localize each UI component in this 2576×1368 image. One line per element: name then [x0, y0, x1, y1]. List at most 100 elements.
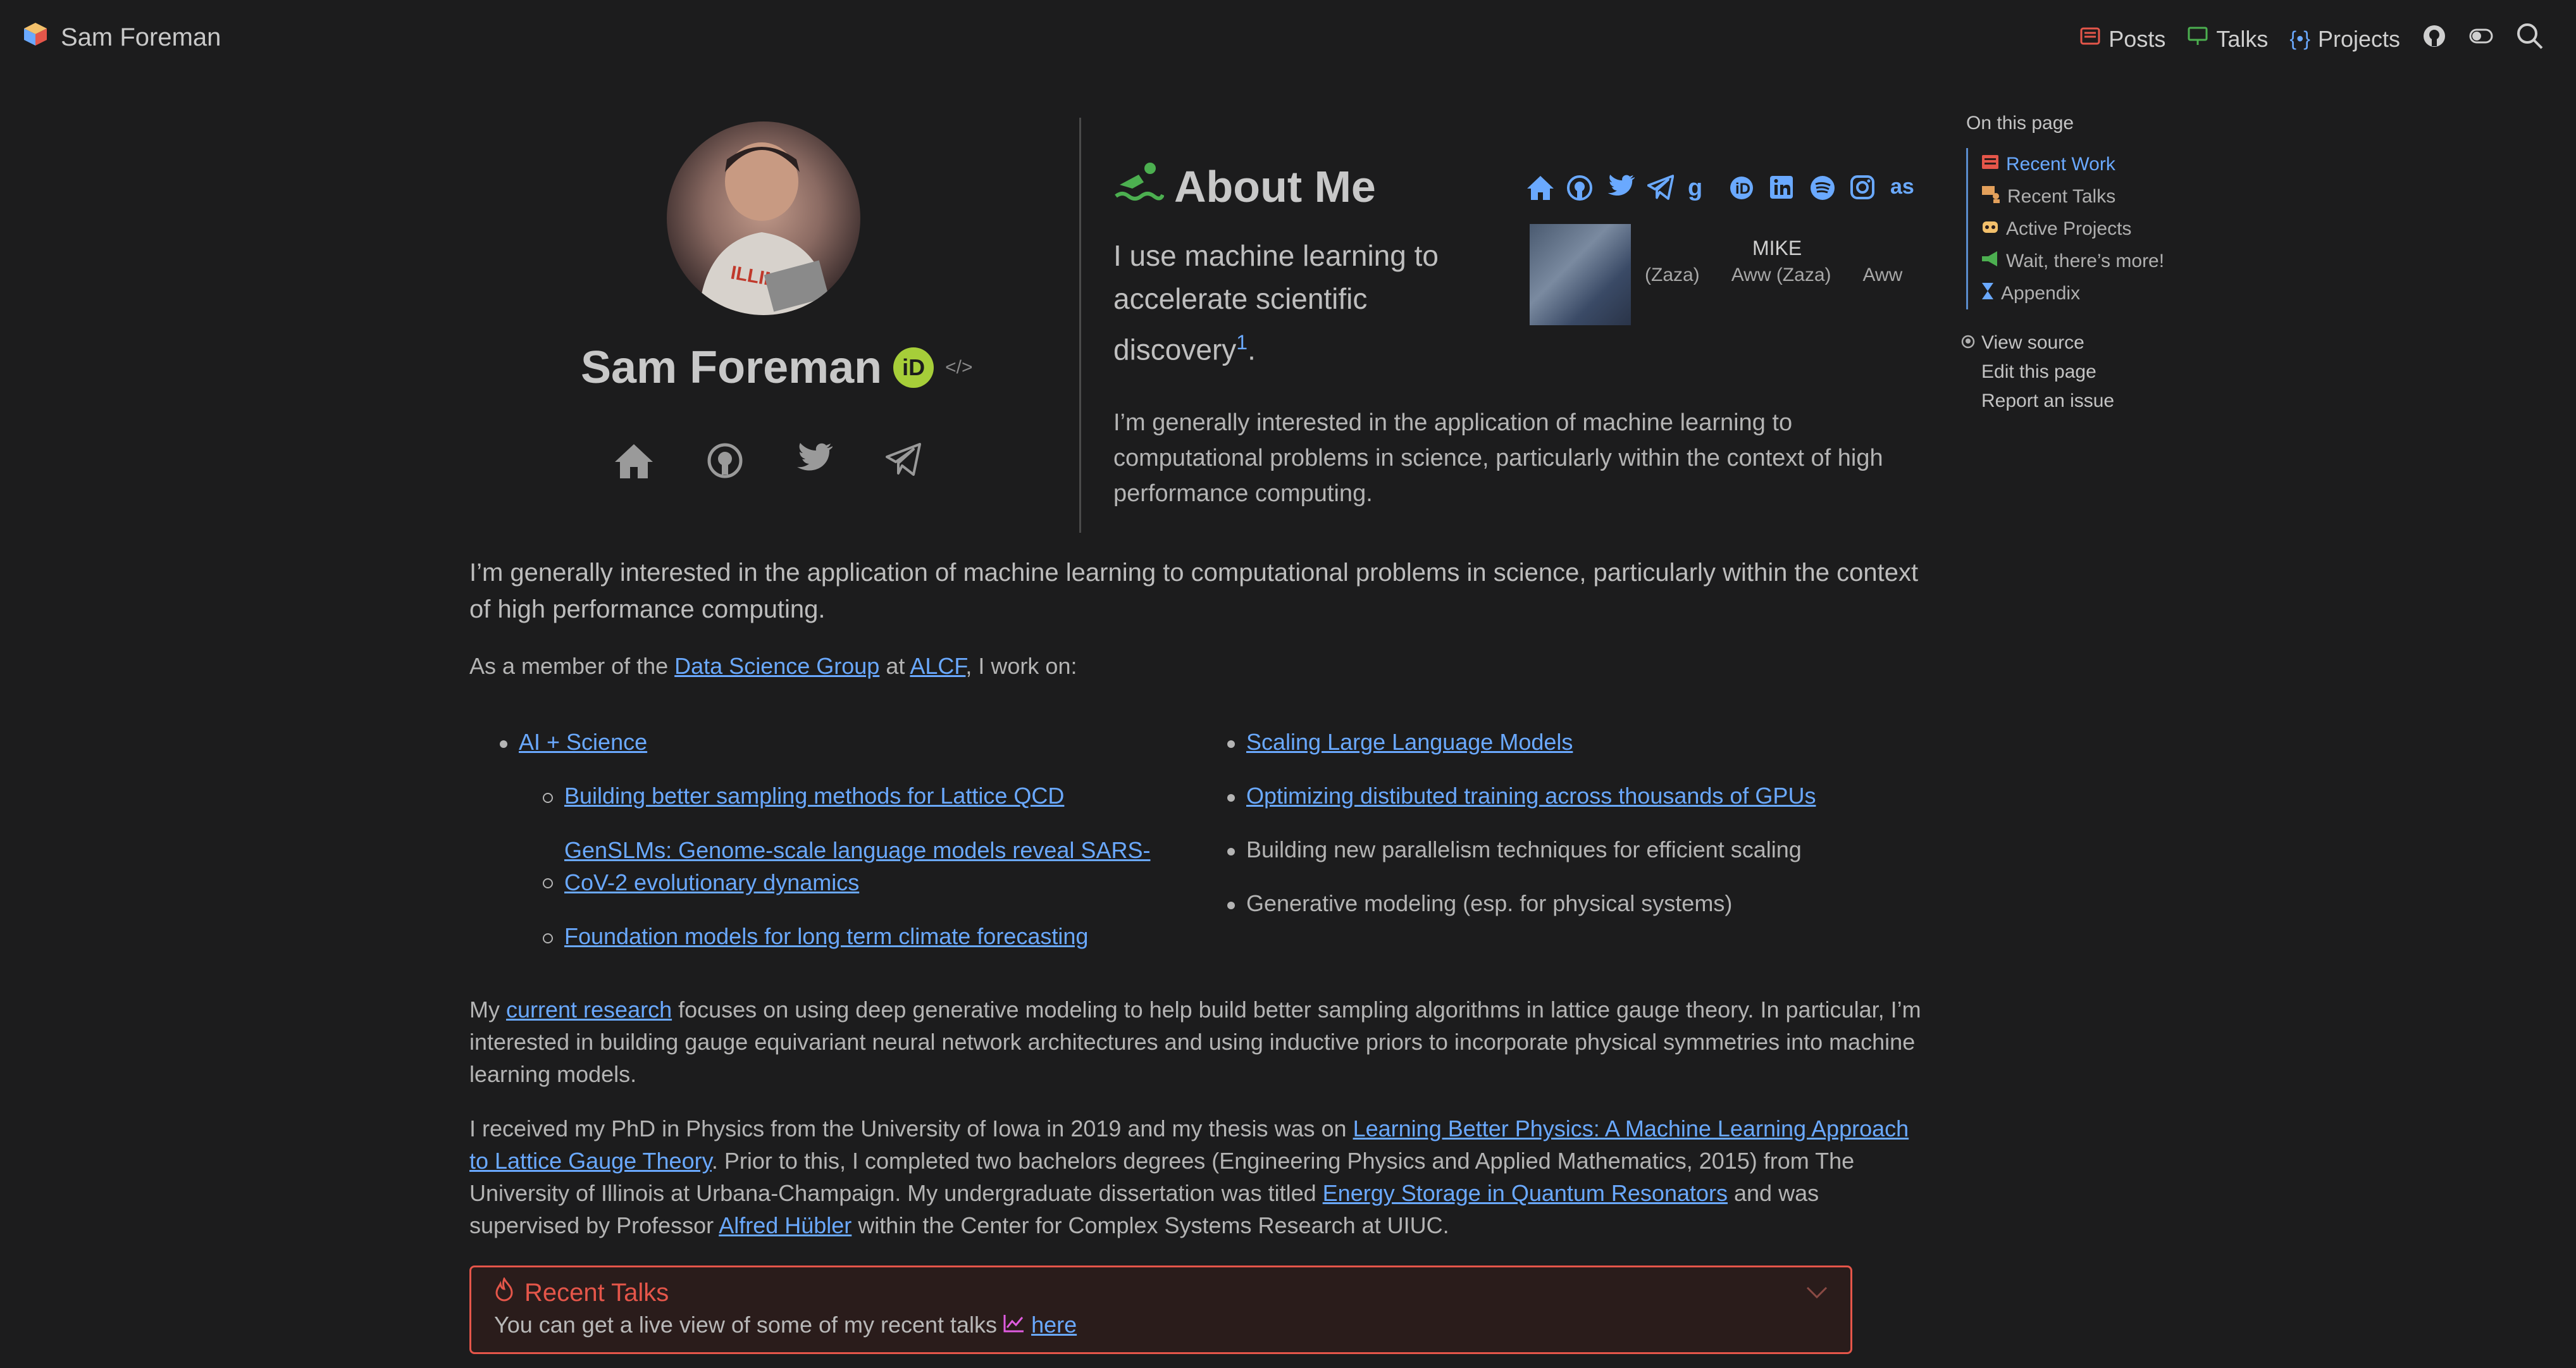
toc-label: Wait, there’s more! — [2006, 250, 2165, 271]
toc-link-label: Report an issue — [1981, 390, 2115, 411]
avatar: ILLINOIS — [667, 121, 860, 315]
navbar: Sam Foreman Posts Talks {•} Projects — [0, 0, 2576, 78]
megaphone-icon — [1981, 250, 2000, 273]
presentation-icon — [2187, 25, 2208, 53]
newspaper-icon — [1981, 153, 2000, 176]
toc-item-appendix[interactable]: Appendix — [1981, 277, 2164, 309]
mike-caption: (Zaza) — [1645, 264, 1700, 285]
alcf-link[interactable]: ALCF — [910, 653, 965, 679]
current-research-link[interactable]: current research — [506, 997, 672, 1023]
callout-body: You can get a live view of some of my re… — [494, 1312, 1077, 1338]
linkedin-icon[interactable] — [1769, 175, 1795, 201]
search-icon[interactable] — [2515, 22, 2544, 56]
hubler-link[interactable]: Alfred Hübler — [719, 1212, 851, 1238]
toc-item-recent-work[interactable]: Recent Work — [1981, 148, 2164, 180]
nav-talks[interactable]: Talks — [2187, 25, 2268, 53]
code-icon[interactable]: </> — [945, 357, 972, 378]
nav-talks-label: Talks — [2216, 25, 2269, 52]
list-item: GenSLMs: Genome-scale language models re… — [543, 834, 1170, 921]
toc-label: Recent Work — [2006, 153, 2115, 175]
spotify-icon[interactable] — [1809, 175, 1836, 201]
swimmer-icon — [1113, 159, 1165, 214]
sub-bullet — [543, 878, 553, 888]
list-item: Generative modeling (esp. for physical s… — [1227, 888, 1898, 942]
table-of-contents: On this page Recent Work Recent Talks Ac… — [1961, 113, 2164, 416]
list-item: Building better sampling methods for Lat… — [543, 780, 1170, 834]
bullet — [1227, 902, 1235, 909]
toc-link-label: Edit this page — [1981, 361, 2096, 382]
nav-projects[interactable]: {•} Projects — [2289, 26, 2400, 53]
toc-page-actions: View source Edit this page Report an iss… — [1961, 328, 2164, 416]
phd-paragraph: I received my PhD in Physics from the Un… — [469, 1112, 1931, 1241]
nav-posts-label: Posts — [2108, 25, 2166, 52]
genslm-link[interactable]: GenSLMs: Genome-scale language models re… — [564, 834, 1170, 899]
hourglass-icon — [1981, 282, 1995, 306]
sub-bullet — [543, 793, 553, 803]
github-icon[interactable] — [2422, 23, 2447, 54]
hero-name-row: Sam Foreman iD </> — [581, 342, 973, 394]
footnote-link[interactable]: 1 — [1236, 331, 1248, 354]
member-text: at — [879, 653, 910, 679]
chevron-down-icon[interactable] — [1806, 1286, 1828, 1302]
telegram-icon[interactable] — [1647, 175, 1675, 201]
list-item: AI + Science — [500, 726, 1170, 780]
climate-link[interactable]: Foundation models for long term climate … — [564, 921, 1088, 952]
talks-here-link[interactable]: here — [1031, 1312, 1077, 1338]
telegram-icon[interactable] — [886, 443, 921, 483]
google-scholar-icon[interactable]: g — [1688, 175, 1714, 201]
fire-icon — [494, 1276, 514, 1308]
list-text: Building new parallelism techniques for … — [1246, 836, 1802, 862]
distributed-training-link[interactable]: Optimizing distibuted training across th… — [1246, 780, 1816, 812]
about-title: About Me — [1174, 162, 1376, 211]
brand-link[interactable]: Sam Foreman — [23, 22, 221, 53]
ai-science-link[interactable]: AI + Science — [519, 726, 647, 758]
member-text: As a member of the — [469, 653, 675, 679]
home-icon[interactable] — [614, 443, 654, 483]
svg-text:iD: iD — [1735, 180, 1750, 197]
list-item: Building new parallelism techniques for … — [1227, 834, 1898, 888]
instagram-icon[interactable] — [1850, 175, 1876, 201]
theme-toggle-icon[interactable] — [2468, 23, 2494, 54]
toc-item-recent-talks[interactable]: Recent Talks — [1981, 180, 2164, 213]
edit-page-link[interactable]: Edit this page — [1966, 358, 2164, 387]
research-text: focuses on using deep generative modelin… — [469, 997, 1921, 1087]
code-braces-icon: {•} — [2289, 27, 2310, 50]
nav-posts[interactable]: Posts — [2079, 25, 2165, 53]
scaling-llm-link[interactable]: Scaling Large Language Models — [1246, 726, 1573, 758]
orcid-icon[interactable]: iD — [1728, 175, 1755, 201]
twitter-icon[interactable] — [1607, 175, 1635, 201]
toc-title: On this page — [1966, 113, 2074, 134]
phd-text: I received my PhD in Physics from the Un… — [469, 1116, 1353, 1141]
home-icon[interactable] — [1526, 175, 1554, 201]
report-issue-link[interactable]: Report an issue — [1966, 387, 2164, 416]
sub-bullet — [543, 933, 553, 943]
social-icons-row: g iD as — [1526, 175, 1923, 201]
bullet — [1227, 740, 1235, 748]
work-list-left: AI + Science Building better sampling me… — [500, 726, 1170, 974]
speaker-icon — [1981, 185, 2001, 209]
lattice-qcd-link[interactable]: Building better sampling methods for Lat… — [564, 780, 1064, 812]
view-source-link[interactable]: View source — [1961, 328, 2164, 358]
hero-name: Sam Foreman — [581, 342, 882, 393]
orcid-icon[interactable]: iD — [893, 347, 934, 388]
callout-header: Recent Talks — [494, 1276, 669, 1308]
dissertation-link[interactable]: Energy Storage in Quantum Resonators — [1323, 1180, 1728, 1206]
work-list-right: Scaling Large Language Models Optimizing… — [1227, 726, 1898, 942]
robot-icon — [1981, 218, 2000, 240]
toc-item-active-projects[interactable]: Active Projects — [1981, 213, 2164, 245]
callout-title: Recent Talks — [524, 1278, 669, 1307]
lastfm-icon[interactable]: as — [1890, 175, 1923, 201]
toc-item-more[interactable]: Wait, there’s more! — [1981, 245, 2164, 277]
mike-image — [1530, 224, 1631, 325]
nav-links: Posts Talks {•} Projects — [2079, 22, 2544, 56]
about-paragraph: I’m generally interested in the applicat… — [1113, 409, 1883, 507]
github-icon[interactable] — [1566, 175, 1593, 201]
vertical-divider — [1079, 118, 1081, 533]
data-science-group-link[interactable]: Data Science Group — [674, 653, 879, 679]
bullet — [500, 740, 507, 748]
bullet — [1227, 848, 1235, 855]
github-icon[interactable] — [707, 443, 743, 483]
recent-talks-callout[interactable]: Recent Talks You can get a live view of … — [469, 1265, 1852, 1354]
twitter-icon[interactable] — [796, 443, 833, 483]
about-heading: About Me — [1113, 159, 1376, 214]
